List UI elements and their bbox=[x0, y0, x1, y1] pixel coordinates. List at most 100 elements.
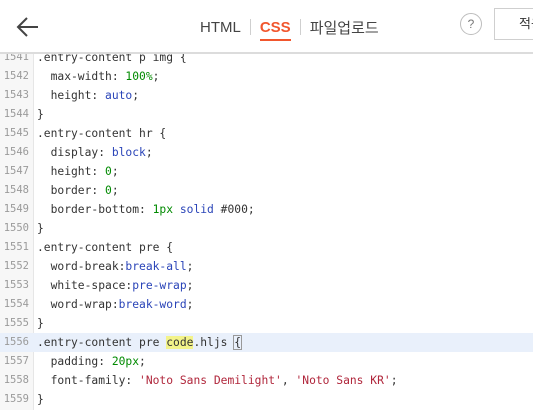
code-line[interactable]: 1543 height: auto; bbox=[0, 86, 533, 105]
code-token: ; bbox=[186, 298, 194, 311]
line-number: 1550 bbox=[3, 222, 29, 234]
back-button[interactable] bbox=[14, 13, 42, 41]
code-line[interactable]: 1551 .entry-content pre { bbox=[0, 238, 533, 257]
code-token: .entry-content pre { bbox=[37, 241, 174, 254]
code-line[interactable]: 1555} bbox=[0, 314, 533, 333]
code-token: 100% bbox=[125, 70, 153, 83]
code-line[interactable]: 1541 .entry-content p img { bbox=[0, 54, 533, 67]
line-number: 1543 bbox=[3, 89, 29, 101]
line-number: 1548 bbox=[3, 184, 29, 196]
code-line[interactable]: 1548 border: 0; bbox=[0, 181, 533, 200]
line-number: 1551 bbox=[3, 241, 29, 253]
code-token: height: bbox=[37, 89, 106, 102]
line-number: 1542 bbox=[3, 70, 29, 82]
code-text: border: 0; bbox=[37, 181, 119, 200]
code-token: } bbox=[37, 108, 44, 121]
code-token: } bbox=[37, 393, 44, 406]
code-token: ; bbox=[152, 70, 160, 83]
code-token: 1px bbox=[152, 203, 174, 216]
code-line[interactable]: 1546 display: block; bbox=[0, 143, 533, 162]
code-text: padding: 20px; bbox=[37, 352, 146, 371]
code-text: font-family: 'Noto Sans Demilight', 'Not… bbox=[37, 371, 398, 390]
code-token: pre-wrap bbox=[132, 279, 187, 292]
code-line[interactable]: 1553 white-space:pre-wrap; bbox=[0, 276, 533, 295]
code-token: white-space: bbox=[37, 279, 133, 292]
code-token: , bbox=[281, 374, 296, 387]
code-text: display: block; bbox=[37, 143, 153, 162]
line-number: 1555 bbox=[3, 317, 29, 329]
code-text: word-break:break-all; bbox=[37, 257, 194, 276]
code-text: border-bottom: 1px solid #000; bbox=[37, 200, 255, 219]
code-line[interactable]: 1559} bbox=[0, 390, 533, 409]
code-token: block bbox=[111, 146, 146, 159]
code-line[interactable]: 1556 .entry-content pre code.hljs { bbox=[0, 333, 533, 352]
line-number: 1541 bbox=[3, 54, 29, 63]
tab-css[interactable]: CSS bbox=[259, 19, 291, 41]
code-line[interactable]: 1558 font-family: 'Noto Sans Demilight',… bbox=[0, 371, 533, 390]
code-token: code bbox=[166, 336, 194, 349]
code-token: 'Noto Sans KR' bbox=[295, 374, 391, 387]
code-line[interactable]: 1550} bbox=[0, 219, 533, 238]
code-text: word-wrap:break-word; bbox=[37, 295, 194, 314]
code-token: ; bbox=[139, 355, 146, 368]
code-token: ; bbox=[145, 146, 153, 159]
code-line[interactable]: 1544} bbox=[0, 105, 533, 124]
code-token: ; bbox=[186, 260, 194, 273]
code-token: word-break: bbox=[37, 260, 126, 273]
tab-file-upload[interactable]: 파일업로드 bbox=[310, 17, 379, 38]
code-token: 0 bbox=[105, 165, 112, 178]
editor-header: HTML CSS 파일업로드 ? 적용 bbox=[0, 0, 533, 54]
code-text: .entry-content pre { bbox=[37, 238, 173, 257]
help-button[interactable]: ? bbox=[460, 13, 482, 35]
code-line[interactable]: 1554 word-wrap:break-word; bbox=[0, 295, 533, 314]
line-number: 1552 bbox=[3, 260, 29, 272]
line-number: 1556 bbox=[3, 336, 29, 348]
line-number: 1559 bbox=[3, 393, 29, 405]
code-text: } bbox=[37, 105, 44, 124]
line-number: 1554 bbox=[3, 298, 29, 310]
code-line[interactable]: 1552 word-break:break-all; bbox=[0, 257, 533, 276]
code-text: height: 0; bbox=[37, 162, 119, 181]
code-token: break-word bbox=[118, 298, 187, 311]
code-token: #000; bbox=[213, 203, 255, 216]
code-text: } bbox=[37, 219, 44, 238]
code-text: } bbox=[37, 314, 44, 333]
code-line[interactable]: 1547 height: 0; bbox=[0, 162, 533, 181]
tab-divider bbox=[299, 19, 301, 35]
code-token: font-family: bbox=[37, 374, 140, 387]
code-token: .hljs bbox=[193, 336, 235, 349]
code-text: } bbox=[37, 390, 44, 409]
code-token: border-bottom: bbox=[37, 203, 153, 216]
code-token: break-all bbox=[125, 260, 187, 273]
apply-button[interactable]: 적용 bbox=[494, 8, 533, 40]
line-number: 1544 bbox=[3, 108, 29, 120]
css-code-editor[interactable]: 1541 .entry-content p img { 1542 max-width… bbox=[0, 54, 533, 410]
code-token: padding: bbox=[37, 355, 112, 368]
line-number: 1545 bbox=[3, 127, 29, 139]
code-token: ; bbox=[186, 279, 194, 292]
code-token: .entry-content p img { bbox=[37, 54, 187, 64]
code-line[interactable]: 1542 max-width: 100%; bbox=[0, 67, 533, 86]
line-number: 1547 bbox=[3, 165, 29, 177]
code-token: .entry-content pre bbox=[37, 336, 167, 349]
code-token: word-wrap: bbox=[37, 298, 119, 311]
code-line[interactable]: 1549 border-bottom: 1px solid #000; bbox=[0, 200, 533, 219]
code-token: ; bbox=[111, 165, 119, 178]
line-number: 1553 bbox=[3, 279, 29, 291]
line-number: 1546 bbox=[3, 146, 29, 158]
code-token: auto bbox=[105, 89, 133, 102]
code-text: .entry-content hr { bbox=[37, 124, 166, 143]
code-token: border: bbox=[37, 184, 106, 197]
code-text: max-width: 100%; bbox=[37, 67, 160, 86]
code-line[interactable]: 1557 padding: 20px; bbox=[0, 352, 533, 371]
code-token: ; bbox=[132, 89, 140, 102]
code-token: solid bbox=[179, 203, 214, 216]
code-token: ; bbox=[111, 184, 119, 197]
tab-html[interactable]: HTML bbox=[200, 19, 241, 36]
code-text: white-space:pre-wrap; bbox=[37, 276, 194, 295]
code-token: max-width: bbox=[37, 70, 126, 83]
code-text: height: auto; bbox=[37, 86, 139, 105]
code-line[interactable]: 1545 .entry-content hr { bbox=[0, 124, 533, 143]
code-token: ; bbox=[390, 374, 398, 387]
